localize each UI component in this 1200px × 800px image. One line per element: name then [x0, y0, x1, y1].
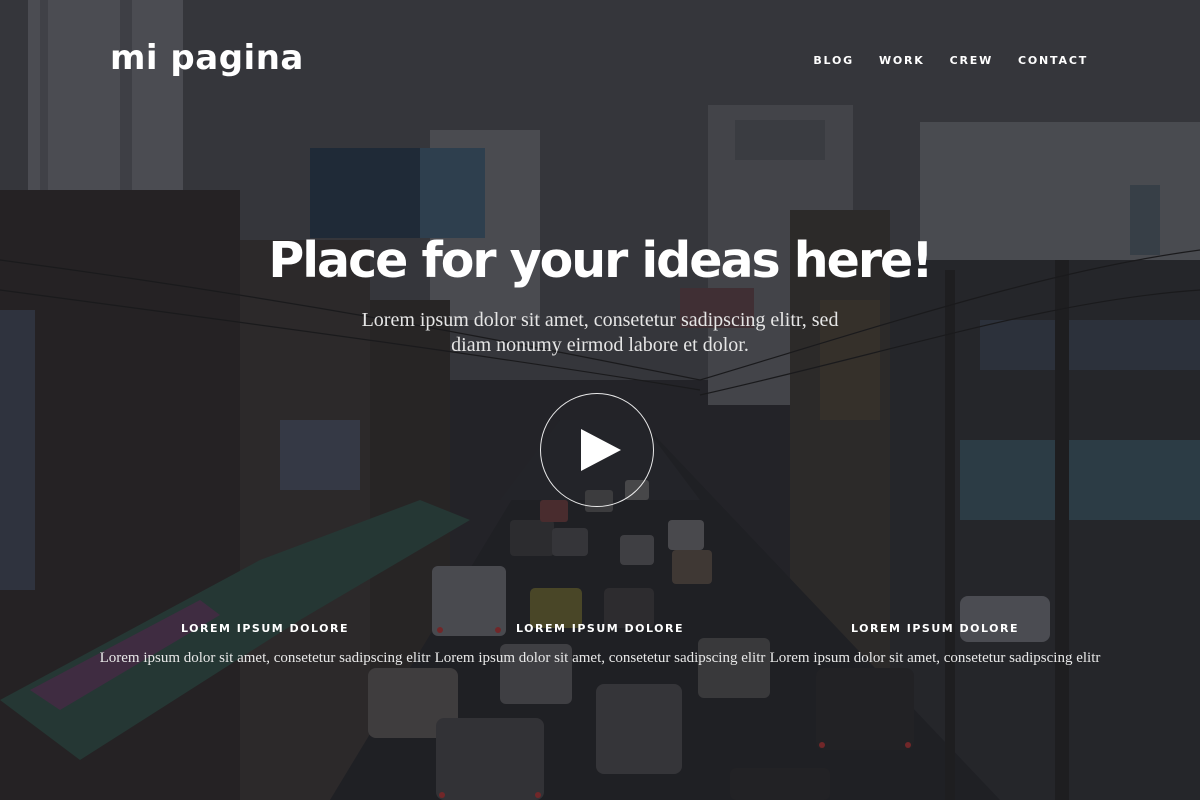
hero-lead-text: Lorem ipsum dolor sit amet, consetetur s…: [361, 309, 839, 356]
features-row: LOREM IPSUM DOLORE Lorem ipsum dolor sit…: [98, 622, 1102, 667]
feature-title: LOREM IPSUM DOLORE: [516, 622, 684, 635]
feature-text: Lorem ipsum dolor sit amet, consetetur s…: [99, 650, 431, 666]
feature-item: LOREM IPSUM DOLORE Lorem ipsum dolor sit…: [768, 622, 1102, 667]
nav-item-work[interactable]: WORK: [879, 54, 925, 67]
brand-logo[interactable]: mi pagina: [110, 38, 304, 78]
nav-item-blog[interactable]: BLOG: [813, 54, 854, 67]
nav-item-contact[interactable]: CONTACT: [1018, 54, 1088, 67]
feature-text: Lorem ipsum dolor sit amet, consetetur s…: [769, 650, 1101, 666]
hero-headline: Place for your ideas here!: [268, 232, 933, 289]
feature-item: LOREM IPSUM DOLORE Lorem ipsum dolor sit…: [98, 622, 432, 667]
feature-title: LOREM IPSUM DOLORE: [851, 622, 1019, 635]
nav-item-crew[interactable]: CREW: [950, 54, 993, 67]
play-video-button[interactable]: [540, 393, 654, 507]
main-nav: BLOG WORK CREW CONTACT: [813, 54, 1088, 67]
feature-title: LOREM IPSUM DOLORE: [181, 622, 349, 635]
feature-text: Lorem ipsum dolor sit amet, consetetur s…: [434, 650, 766, 666]
feature-item: LOREM IPSUM DOLORE Lorem ipsum dolor sit…: [433, 622, 767, 667]
hero-section: mi pagina BLOG WORK CREW CONTACT Place f…: [0, 0, 1200, 800]
play-icon: [581, 429, 621, 471]
